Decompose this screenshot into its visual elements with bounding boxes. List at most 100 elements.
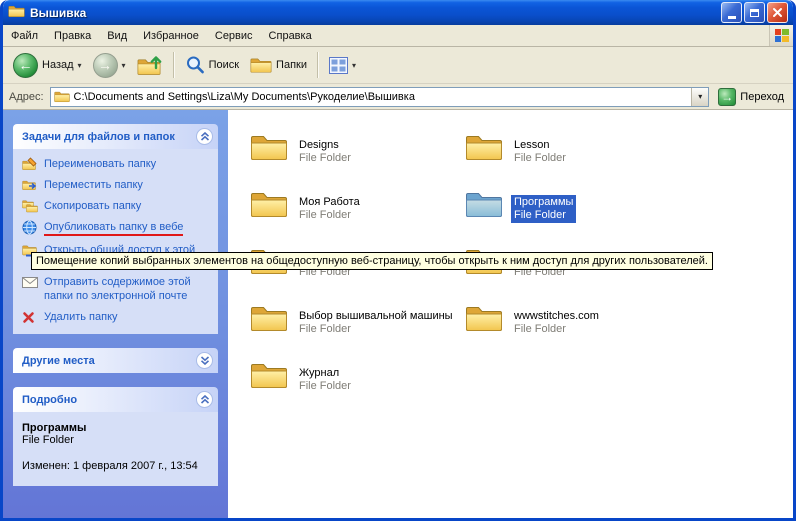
forward-dropdown-icon[interactable]: ▾	[122, 61, 126, 70]
menu-view[interactable]: Вид	[99, 25, 135, 46]
search-icon	[185, 55, 205, 75]
maximize-button[interactable]	[744, 2, 765, 23]
address-bar: Адрес: C:\Documents and Settings\Liza\My…	[3, 84, 793, 110]
folder-type: File Folder	[299, 152, 351, 165]
file-list-area[interactable]: DesignsFile Folder Моя РаботаFile Folder…	[228, 110, 793, 518]
address-label: Адрес:	[9, 91, 44, 103]
folders-icon	[250, 56, 272, 74]
close-button[interactable]	[767, 2, 788, 23]
address-value: C:\Documents and Settings\Liza\My Docume…	[74, 91, 688, 103]
publish-web-icon	[22, 220, 38, 234]
title-bar[interactable]: Вышивка	[3, 0, 793, 25]
back-icon: ←	[13, 53, 38, 78]
search-button[interactable]: Поиск	[181, 52, 243, 78]
details-body: Программы File Folder Изменен: 1 февраля…	[13, 412, 218, 486]
minimize-button[interactable]	[721, 2, 742, 23]
menu-edit[interactable]: Правка	[46, 25, 99, 46]
maximize-icon	[750, 9, 759, 17]
folder-item-zhurnal[interactable]: ЖурналFile Folder	[250, 358, 465, 415]
back-dropdown-icon[interactable]: ▾	[78, 61, 82, 70]
window-title: Вышивка	[30, 6, 716, 20]
task-pane: Задачи для файлов и папок Переименовать …	[3, 110, 228, 518]
other-places-header[interactable]: Другие места	[13, 348, 218, 373]
email-icon	[22, 275, 38, 289]
folder-name: wwwstitches.com	[514, 310, 599, 323]
views-button[interactable]: ▾	[325, 54, 360, 77]
folder-item-wwwstitches[interactable]: wwwstitches.comFile Folder	[465, 301, 680, 358]
details-section: Подробно Программы File Folder Изменен: …	[13, 387, 218, 486]
task-publish-folder-web[interactable]: Опубликовать папку в вебе	[22, 220, 214, 236]
menu-tools[interactable]: Сервис	[207, 25, 261, 46]
delete-icon	[22, 310, 38, 324]
menu-favorites[interactable]: Избранное	[135, 25, 207, 46]
chevron-down-icon[interactable]	[196, 352, 213, 369]
folder-item-designs[interactable]: DesignsFile Folder	[250, 130, 465, 187]
folder-icon	[250, 189, 288, 222]
folder-item-lesson[interactable]: LessonFile Folder	[465, 130, 680, 187]
copy-icon	[22, 199, 38, 213]
explorer-window: Вышивка Файл Правка Вид Избранное Сервис…	[0, 0, 796, 521]
chevron-up-icon[interactable]	[196, 128, 213, 145]
details-header[interactable]: Подробно	[13, 387, 218, 412]
up-button[interactable]	[133, 50, 167, 80]
file-column-2: LessonFile Folder ПрограммыFile Folder М…	[465, 130, 680, 518]
folder-icon	[250, 360, 288, 393]
folder-item-moya-rabota[interactable]: Моя РаботаFile Folder	[250, 187, 465, 244]
chevron-up-icon[interactable]	[196, 391, 213, 408]
close-icon	[772, 7, 783, 18]
file-folder-tasks-body: Переименовать папку Переместить папку Ск…	[13, 149, 218, 334]
menu-file[interactable]: Файл	[3, 25, 46, 46]
folder-type: File Folder	[299, 323, 453, 336]
rename-icon	[22, 157, 38, 171]
back-button[interactable]: ← Назад ▾	[9, 50, 86, 81]
folder-type: File Folder	[299, 209, 360, 222]
folder-icon	[465, 303, 503, 336]
file-folder-tasks-section: Задачи для файлов и папок Переименовать …	[13, 124, 218, 334]
folder-type: File Folder	[299, 380, 351, 393]
folder-name: Программы	[514, 196, 573, 209]
address-input[interactable]: C:\Documents and Settings\Liza\My Docume…	[50, 87, 710, 107]
folder-name: Designs	[299, 139, 351, 152]
window-folder-icon	[8, 4, 25, 21]
up-folder-icon	[137, 53, 163, 77]
folder-type: File Folder	[514, 152, 566, 165]
folder-item-programmy-selected[interactable]: ПрограммыFile Folder	[465, 187, 680, 244]
folder-type: File Folder	[514, 323, 599, 336]
go-button[interactable]: → Переход	[715, 88, 787, 106]
other-places-section: Другие места	[13, 348, 218, 373]
folder-icon	[465, 189, 503, 222]
forward-button[interactable]: → ▾	[89, 50, 130, 81]
forward-icon: →	[93, 53, 118, 78]
toolbar-separator	[173, 52, 175, 78]
task-delete-folder[interactable]: Удалить папку	[22, 310, 214, 324]
folder-icon	[250, 303, 288, 336]
folder-name: Моя Работа	[299, 196, 360, 209]
tooltip: Помещение копий выбранных элементов на о…	[31, 252, 713, 270]
folder-icon	[250, 132, 288, 165]
address-folder-icon	[54, 90, 70, 103]
minimize-icon	[728, 16, 736, 19]
task-move-folder[interactable]: Переместить папку	[22, 178, 214, 192]
task-rename-folder[interactable]: Переименовать папку	[22, 157, 214, 171]
file-folder-tasks-header[interactable]: Задачи для файлов и папок	[13, 124, 218, 149]
go-label: Переход	[740, 91, 784, 103]
folder-name: Lesson	[514, 139, 566, 152]
menu-help[interactable]: Справка	[261, 25, 320, 46]
content-area: Задачи для файлов и папок Переименовать …	[3, 110, 793, 518]
details-name: Программы	[22, 422, 212, 434]
address-dropdown-button[interactable]: ▾	[691, 88, 708, 106]
toolbar-separator	[317, 52, 319, 78]
file-column-1: DesignsFile Folder Моя РаботаFile Folder…	[250, 130, 465, 518]
views-dropdown-icon[interactable]: ▾	[352, 61, 356, 70]
windows-logo	[769, 25, 793, 46]
folder-name: Выбор вышивальной машины	[299, 310, 453, 323]
standard-buttons-toolbar: ← Назад ▾ → ▾ Поиск Папки	[3, 47, 793, 84]
folder-item-vybor-mashiny[interactable]: Выбор вышивальной машиныFile Folder	[250, 301, 465, 358]
folders-button[interactable]: Папки	[246, 53, 311, 77]
task-copy-folder[interactable]: Скопировать папку	[22, 199, 214, 213]
move-icon	[22, 178, 38, 192]
menu-spacer	[320, 25, 769, 46]
menu-bar: Файл Правка Вид Избранное Сервис Справка	[3, 25, 793, 47]
task-email-folder[interactable]: Отправить содержимое этой папки по элект…	[22, 275, 214, 303]
details-modified: Изменен: 1 февраля 2007 г., 13:54	[22, 460, 212, 472]
